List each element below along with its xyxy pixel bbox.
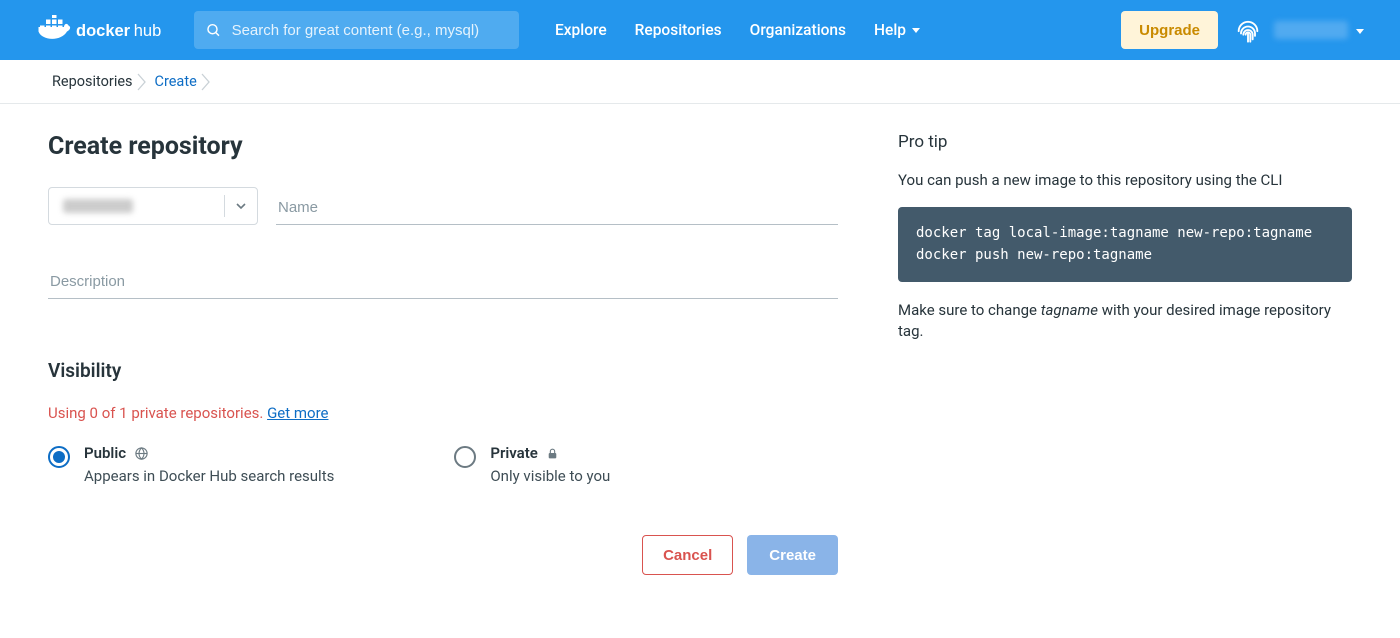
nav-repositories[interactable]: Repositories (635, 21, 722, 39)
get-more-link[interactable]: Get more (267, 404, 328, 422)
outro-pre: Make sure to change (898, 301, 1041, 319)
search-input[interactable] (232, 22, 507, 39)
namespace-redacted (63, 199, 133, 213)
radio-selected-icon (48, 446, 70, 468)
breadcrumb-repositories[interactable]: Repositories (48, 60, 137, 103)
nav-help[interactable]: Help (874, 21, 920, 39)
public-desc: Appears in Docker Hub search results (84, 467, 334, 485)
nav-help-label: Help (874, 21, 906, 39)
page-title: Create repository (48, 132, 838, 161)
chevron-down-icon (1354, 21, 1364, 40)
nav-explore[interactable]: Explore (555, 21, 607, 39)
public-label: Public (84, 444, 126, 462)
svg-text:docker: docker (76, 22, 131, 40)
breadcrumb-bar: Repositories Create (0, 60, 1400, 104)
outro-em: tagname (1041, 301, 1098, 319)
cancel-button[interactable]: Cancel (642, 535, 733, 575)
user-menu[interactable] (1274, 21, 1364, 40)
search-box[interactable] (194, 11, 519, 49)
chevron-down-icon (910, 21, 920, 39)
breadcrumb-separator (137, 60, 151, 103)
usage-text: Using 0 of 1 private repositories. (48, 404, 267, 422)
globe-icon (134, 446, 149, 461)
private-desc: Only visible to you (490, 467, 610, 485)
visibility-heading: Visibility (48, 359, 838, 382)
svg-text:hub: hub (134, 22, 162, 40)
search-icon (206, 22, 222, 39)
visibility-public-option[interactable]: Public Appears in Docker Hub search resu… (48, 444, 334, 485)
chevron-down-icon (235, 200, 247, 212)
breadcrumb-separator (201, 60, 215, 103)
private-label: Private (490, 444, 538, 462)
docker-hub-logo[interactable]: docker hub (36, 15, 176, 45)
repo-name-input[interactable] (276, 191, 838, 225)
namespace-select[interactable] (48, 187, 258, 225)
fingerprint-icon[interactable] (1234, 16, 1262, 44)
visibility-usage: Using 0 of 1 private repositories. Get m… (48, 404, 838, 422)
breadcrumb-create[interactable]: Create (151, 60, 201, 103)
nav-links: Explore Repositories Organizations Help (555, 21, 920, 39)
pro-tip-outro: Make sure to change tagname with your de… (898, 300, 1352, 342)
top-nav: docker hub Explore Repositories Organiza… (0, 0, 1400, 60)
upgrade-button[interactable]: Upgrade (1121, 11, 1218, 49)
radio-unselected-icon (454, 446, 476, 468)
repo-description-input[interactable] (48, 265, 838, 299)
create-button[interactable]: Create (747, 535, 838, 575)
visibility-private-option[interactable]: Private Only visible to you (454, 444, 610, 485)
username-redacted (1274, 21, 1348, 39)
nav-organizations[interactable]: Organizations (750, 21, 846, 39)
pro-tip-intro: You can push a new image to this reposit… (898, 170, 1352, 191)
pro-tip-title: Pro tip (898, 132, 1352, 152)
lock-icon (546, 446, 559, 461)
code-snippet[interactable]: docker tag local-image:tagname new-repo:… (898, 207, 1352, 282)
